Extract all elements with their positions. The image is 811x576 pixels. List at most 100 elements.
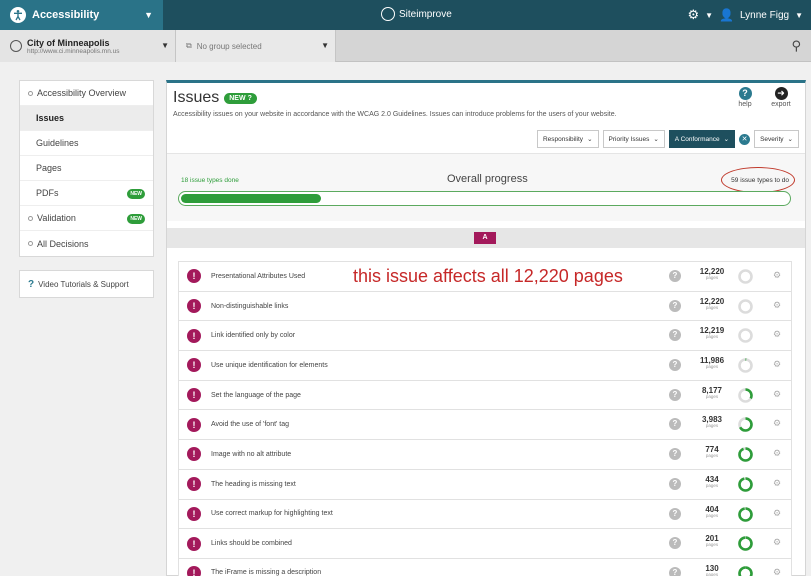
new-badge-label: NEW — [229, 94, 246, 102]
sidebar-item-all-decisions[interactable]: All Decisions — [20, 231, 153, 256]
issue-name[interactable]: Image with no alt attribute — [211, 451, 291, 458]
issue-name[interactable]: Avoid the use of 'font' tag — [211, 421, 289, 428]
affected-pages: 404 pages — [697, 505, 727, 518]
affected-pages: 774 pages — [697, 445, 727, 458]
issue-name[interactable]: Use correct markup for highlighting text — [211, 510, 333, 517]
donut-track — [738, 358, 753, 373]
sidebar-item-label: Validation — [37, 213, 76, 223]
chevron-down-icon: ⌄ — [653, 136, 659, 143]
issue-row[interactable]: ! Use correct markup for highlighting tex… — [178, 498, 792, 529]
affected-pages: 434 pages — [697, 475, 727, 488]
error-icon: ! — [187, 417, 201, 432]
affected-pages: 11,986 pages — [697, 356, 727, 369]
question-icon[interactable]: ? — [669, 270, 681, 282]
sidebar-item-label: Guidelines — [36, 138, 79, 148]
group-selector[interactable]: ⧉ No group selected ▼ — [176, 30, 336, 62]
donut-track — [738, 328, 753, 344]
fix-progress-donut — [738, 298, 753, 314]
error-icon: ! — [187, 269, 201, 284]
settings-gear-icon[interactable]: ⚙ — [773, 418, 781, 429]
site-selector[interactable]: City of Minneapolis http://www.ci.minnea… — [0, 30, 176, 62]
issue-name[interactable]: Non-distinguishable links — [211, 303, 288, 310]
top-bar: Accessibility ▼ Siteimprove ⚙ ▼ 👤 Lynne … — [0, 0, 811, 30]
settings-gear-icon[interactable]: ⚙ — [687, 7, 699, 23]
settings-gear-icon[interactable]: ⚙ — [773, 300, 781, 311]
settings-gear-icon[interactable]: ⚙ — [773, 448, 781, 459]
video-tutorials-support-link[interactable]: ? Video Tutorials & Support — [19, 270, 154, 298]
filter-a-conformance[interactable]: A Conformance ⌄ — [668, 130, 736, 148]
settings-gear-icon[interactable]: ⚙ — [773, 270, 781, 281]
issue-row[interactable]: ! Avoid the use of 'font' tag? 3,983 pages ⚙ — [178, 409, 792, 440]
issue-name[interactable]: Presentational Attributes Used — [211, 273, 305, 280]
overall-progress: 18 issue types done Overall progress 59 … — [167, 153, 805, 221]
issue-row[interactable]: ! The iFrame is missing a description? 130… — [178, 557, 792, 576]
affected-pages: 8,177 pages — [697, 386, 727, 399]
new-badge: NEW — [127, 189, 145, 199]
filter-responsibility[interactable]: Responsibility ⌄ — [536, 130, 599, 148]
question-icon[interactable]: ? — [669, 566, 681, 576]
issue-row[interactable]: ! Links should be combined? 201 pages ⚙ — [178, 528, 792, 558]
settings-gear-icon[interactable]: ⚙ — [773, 478, 781, 489]
issue-name[interactable]: Set the language of the page — [211, 392, 301, 399]
settings-gear-icon[interactable]: ⚙ — [773, 567, 781, 576]
issue-name[interactable]: Link identified only by color — [211, 332, 295, 339]
help-button[interactable]: ? help — [730, 87, 760, 108]
settings-gear-icon[interactable]: ⚙ — [773, 508, 781, 519]
fix-progress-donut — [738, 536, 753, 551]
settings-gear-icon[interactable]: ⚙ — [773, 329, 781, 340]
question-icon[interactable]: ? — [669, 418, 681, 431]
issue-name[interactable]: Links should be combined — [211, 540, 292, 547]
question-icon[interactable]: ? — [669, 359, 681, 372]
settings-gear-icon[interactable]: ⚙ — [773, 389, 781, 400]
group-icon: ⧉ — [186, 41, 192, 50]
donut-progress-arc — [738, 536, 753, 551]
issue-row[interactable]: ! Set the language of the page? 8,177 pages… — [178, 379, 792, 410]
settings-gear-icon[interactable]: ⚙ — [773, 537, 781, 548]
export-button[interactable]: ➜ export — [766, 87, 796, 108]
bullet-icon — [28, 241, 33, 246]
issue-row[interactable]: ! Image with no alt attribute? 774 pages ⚙ — [178, 439, 792, 469]
sidebar-item-issues[interactable]: Issues — [20, 106, 153, 131]
sidebar-item-pdfs[interactable]: PDFs NEW — [20, 181, 153, 206]
chevron-down-icon[interactable]: ▼ — [705, 11, 713, 20]
sidebar-nav: Accessibility Overview Issues Guidelines… — [19, 80, 154, 257]
issue-row[interactable]: ! The heading is missing text? 434 pages ⚙ — [178, 468, 792, 499]
question-icon[interactable]: ? — [669, 537, 681, 550]
question-icon[interactable]: ? — [669, 329, 681, 342]
pages-unit: pages — [705, 482, 719, 488]
error-icon: ! — [187, 328, 201, 343]
sidebar-item-guidelines[interactable]: Guidelines — [20, 131, 153, 156]
donut-progress-arc — [738, 506, 753, 522]
app-switcher[interactable]: Accessibility ▼ — [0, 0, 163, 30]
settings-gear-icon[interactable]: ⚙ — [773, 359, 781, 370]
filter-priority-issues[interactable]: Priority Issues ⌄ — [602, 130, 665, 148]
sidebar-item-pages[interactable]: Pages — [20, 156, 153, 181]
fix-progress-donut — [738, 506, 753, 522]
user-name[interactable]: Lynne Figg — [740, 10, 789, 21]
issue-name[interactable]: The iFrame is missing a description — [211, 569, 321, 576]
question-icon[interactable]: ? — [669, 477, 681, 490]
error-icon: ! — [187, 565, 201, 576]
issue-row[interactable]: ! Non-distinguishable links? 12,220 pages ⚙ — [178, 290, 792, 321]
sidebar-item-accessibility-overview[interactable]: Accessibility Overview — [20, 81, 153, 106]
filter-severity[interactable]: Severity ⌄ — [754, 130, 799, 148]
search-icon[interactable]: ⚲ — [791, 38, 801, 54]
question-icon[interactable]: ? — [669, 448, 681, 461]
donut-progress-arc — [738, 477, 753, 492]
question-icon[interactable]: ? — [669, 388, 681, 401]
chevron-down-icon[interactable]: ▼ — [795, 11, 803, 20]
question-icon[interactable]: ? — [669, 299, 681, 312]
clear-filter-icon[interactable]: ✕ — [739, 133, 751, 145]
user-icon[interactable]: 👤 — [719, 8, 734, 22]
issue-row[interactable]: ! Use unique identification for elements?… — [178, 350, 792, 380]
issue-name[interactable]: The heading is missing text — [211, 481, 296, 488]
question-icon[interactable]: ? — [248, 95, 252, 102]
sidebar-item-validation[interactable]: Validation NEW — [20, 206, 153, 231]
pages-unit: pages — [705, 453, 719, 459]
support-label: Video Tutorials & Support — [38, 279, 129, 289]
issue-row[interactable]: ! Link identified only by color? 12,219 pag… — [178, 320, 792, 351]
fix-progress-donut — [738, 477, 753, 492]
question-icon[interactable]: ? — [669, 507, 681, 520]
issue-name[interactable]: Use unique identification for elements — [211, 362, 328, 369]
affected-pages: 201 pages — [697, 534, 727, 547]
